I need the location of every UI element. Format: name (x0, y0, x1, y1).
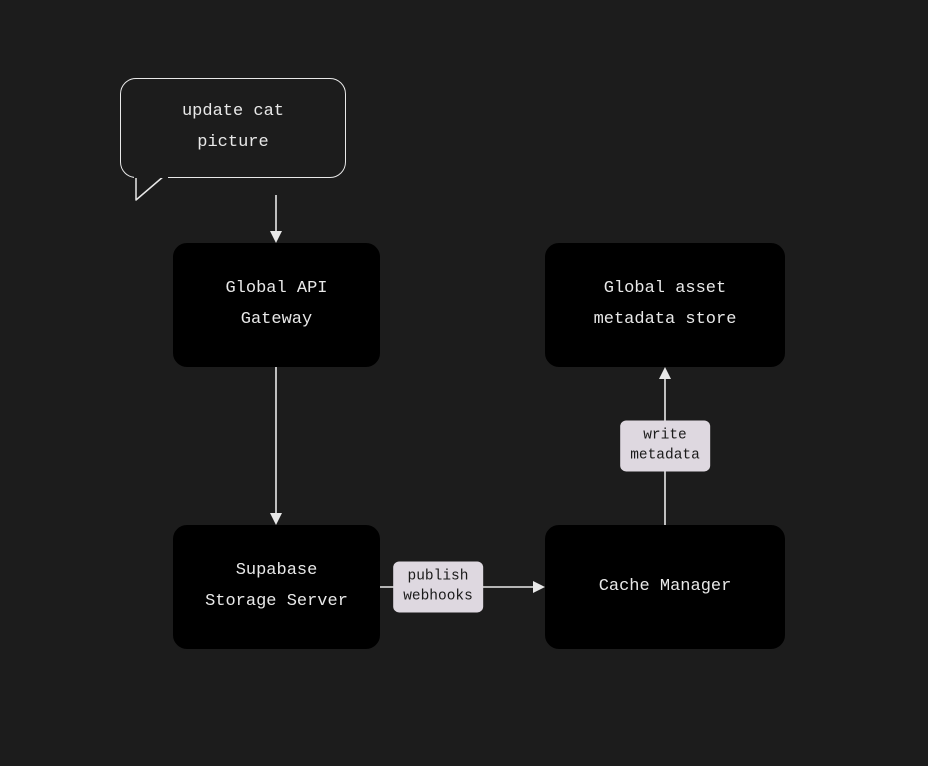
speech-bubble-tail-icon (134, 176, 168, 204)
node-metadata-store-line2: metadata store (594, 305, 737, 336)
edge-label-line1: publish (408, 568, 469, 584)
arrow-head-icon (270, 513, 282, 525)
arrow-head-icon (659, 367, 671, 379)
diagram-canvas: update cat picture Global API Gateway Su… (0, 0, 928, 766)
edge-label-line2: webhooks (403, 588, 473, 604)
node-api-gateway-line2: Gateway (241, 305, 312, 336)
node-api-gateway: Global API Gateway (173, 243, 380, 367)
bubble-line1: update cat (182, 97, 284, 128)
bubble-line2: picture (197, 128, 268, 159)
node-metadata-store: Global asset metadata store (545, 243, 785, 367)
node-cache-manager: Cache Manager (545, 525, 785, 649)
node-metadata-store-line1: Global asset (604, 274, 726, 305)
arrow-head-icon (270, 231, 282, 243)
edge-label-write-metadata: write metadata (620, 420, 710, 471)
node-api-gateway-line1: Global API (225, 274, 327, 305)
edge-label-line1: write (643, 427, 687, 443)
node-cache-manager-line1: Cache Manager (599, 572, 732, 603)
arrow-head-icon (533, 581, 545, 593)
edge-label-line2: metadata (630, 447, 700, 463)
input-speech-bubble: update cat picture (120, 78, 346, 178)
edge-label-publish-webhooks: publish webhooks (393, 561, 483, 612)
node-storage-server-line1: Supabase (236, 556, 318, 587)
node-storage-server-line2: Storage Server (205, 587, 348, 618)
node-storage-server: Supabase Storage Server (173, 525, 380, 649)
